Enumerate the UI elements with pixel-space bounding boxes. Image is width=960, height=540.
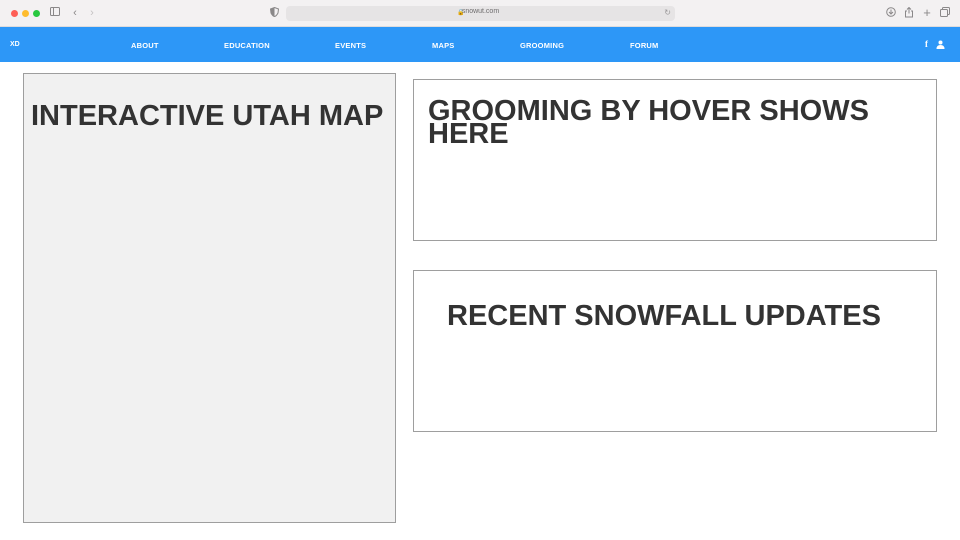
privacy-shield-icon[interactable] [268,6,280,19]
snowfall-panel-title: RECENT SNOWFALL UPDATES [447,300,881,332]
minimize-window-button[interactable] [22,10,29,17]
nav-item-education[interactable]: EDUCATION [224,41,270,50]
sidebar-toggle-icon[interactable] [49,7,61,19]
address-text: snowut.com [461,8,500,15]
grooming-panel: GROOMING BY HOVER SHOWS HERE [413,79,937,241]
zoom-window-button[interactable] [33,10,40,17]
share-icon[interactable] [903,6,915,19]
download-icon[interactable] [885,7,897,19]
nav-item-forum[interactable]: FORUM [630,41,659,50]
tab-overview-icon[interactable] [939,7,951,19]
interactive-map-panel[interactable]: INTERACTIVE UTAH MAP [23,73,396,523]
site-logo[interactable]: XD [10,41,20,48]
site-navbar: XD ABOUT EDUCATION EVENTS MAPS GROOMING … [0,27,960,62]
nav-item-maps[interactable]: MAPS [432,41,454,50]
forward-icon[interactable]: › [86,7,98,19]
snowfall-updates-panel: RECENT SNOWFALL UPDATES [413,270,937,432]
close-window-button[interactable] [11,10,18,17]
nav-item-grooming[interactable]: GROOMING [520,41,564,50]
user-icon[interactable] [936,40,945,51]
nav-item-about[interactable]: ABOUT [131,41,159,50]
facebook-icon[interactable]: f [925,39,928,49]
back-icon[interactable]: ‹ [69,7,81,19]
map-panel-title: INTERACTIVE UTAH MAP [31,100,384,132]
browser-toolbar: ‹ › 🔒 snowut.com ↻ + [0,0,960,27]
reload-icon[interactable]: ↻ [664,8,671,17]
nav-item-events[interactable]: EVENTS [335,41,366,50]
new-tab-icon[interactable]: + [921,6,933,19]
address-bar[interactable]: 🔒 snowut.com ↻ [286,6,675,21]
grooming-panel-title: GROOMING BY HOVER SHOWS HERE [428,95,869,150]
